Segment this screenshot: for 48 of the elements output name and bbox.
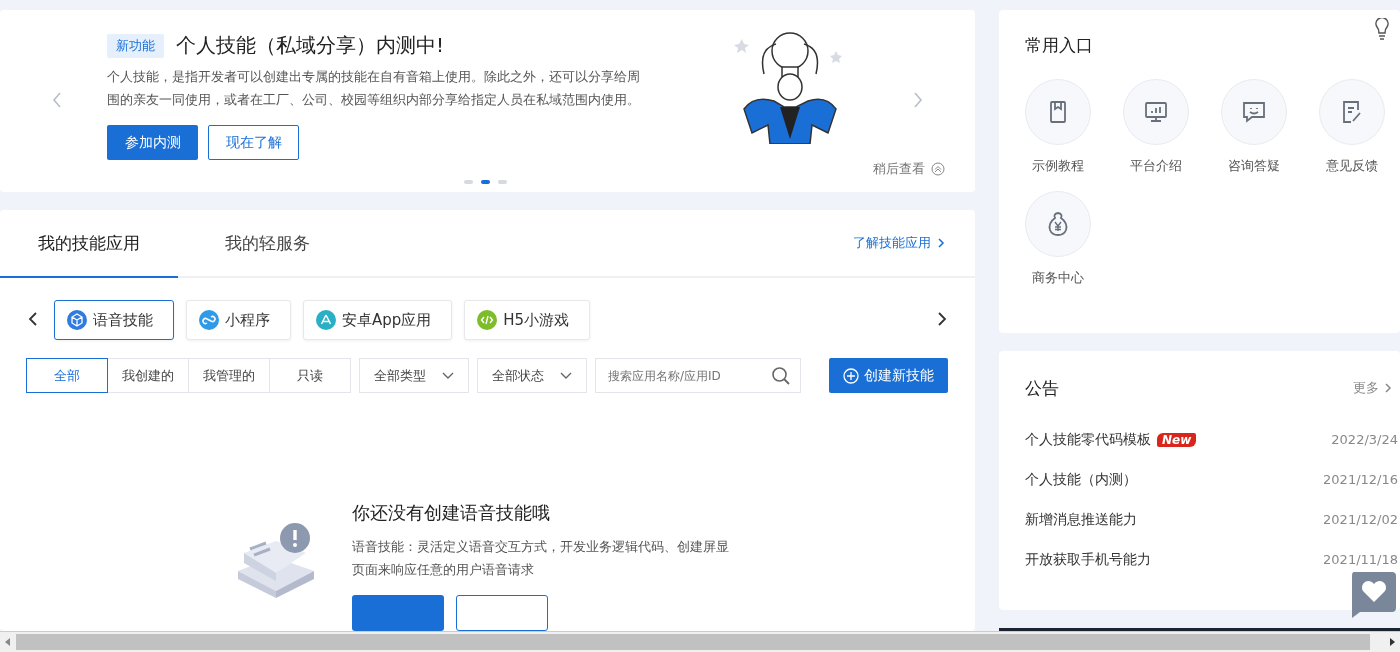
quick-entry-title: 常用入口	[1025, 34, 1094, 57]
notice-date: 2022/3/24	[1331, 432, 1398, 448]
join-beta-button[interactable]: 参加内测	[107, 125, 198, 160]
more-link[interactable]: 更多	[1353, 379, 1392, 398]
filter-tab[interactable]: 只读	[269, 358, 351, 393]
smiley-chat-icon	[1241, 99, 1267, 125]
learn-skill-apps-link[interactable]: 了解技能应用	[853, 234, 945, 252]
learn-now-button[interactable]: 现在了解	[208, 125, 299, 160]
filter-tab[interactable]: 全部	[26, 358, 108, 393]
category-tab[interactable]: 安卓App应用	[303, 300, 453, 340]
category-tab[interactable]: 语音技能	[54, 300, 174, 340]
create-skill-button[interactable]: 创建新技能	[829, 358, 948, 393]
search-icon	[771, 366, 791, 386]
view-later-button[interactable]: 稍后查看	[873, 160, 945, 178]
plus-circle-icon	[843, 367, 859, 384]
dropdown[interactable]: 全部类型	[359, 358, 469, 393]
filter-tab[interactable]: 我创建的	[107, 358, 189, 393]
chevron-down-icon	[442, 371, 454, 380]
notice-link[interactable]: 个人技能（内测）	[1025, 470, 1137, 489]
chart-monitor-icon	[1143, 99, 1169, 125]
filter-tab[interactable]: 我管理的	[188, 358, 270, 393]
notice-date: 2021/11/18	[1323, 552, 1398, 568]
lightbulb-icon[interactable]	[1374, 18, 1390, 40]
chevron-right-icon	[1384, 382, 1392, 395]
notice-date: 2021/12/02	[1323, 512, 1398, 528]
notice-link[interactable]: 个人技能零代码模板	[1025, 430, 1151, 449]
empty-state-description: 语音技能：灵活定义语音交互方式，开发业务逻辑代码、创建屏显页面来响应任意的用户语音请求	[352, 538, 730, 579]
banner-description: 个人技能，是指开发者可以创建出专属的技能在自有音箱上使用。除此之外，还可以分享给周围的亲友一同使用，或者在工厂、公司、校园等组织内部分享给指定人员在私域范围内使用。	[107, 68, 641, 109]
notice-date: 2021/12/16	[1323, 472, 1398, 488]
horizontal-scrollbar[interactable]	[0, 631, 1400, 652]
tab[interactable]: 我的技能应用	[0, 210, 178, 278]
heart-chat-icon[interactable]	[1350, 572, 1396, 618]
empty-state-title: 你还没有创建语音技能哦	[352, 501, 551, 525]
dropdown[interactable]: 全部状态	[477, 358, 587, 393]
category-tab[interactable]: H5小游戏	[464, 300, 591, 340]
new-badge: New	[1157, 432, 1197, 447]
collapse-up-icon	[931, 162, 945, 176]
category-tab[interactable]: 小程序	[186, 300, 291, 340]
notice-link[interactable]: 新增消息推送能力	[1025, 510, 1137, 529]
tab[interactable]: 我的轻服务	[178, 210, 356, 278]
notice-link[interactable]: 开放获取手机号能力	[1025, 550, 1151, 569]
search-field[interactable]: 搜索应用名称/应用ID	[595, 358, 801, 393]
notices-title: 公告	[1025, 376, 1059, 400]
secondary-button[interactable]	[456, 595, 548, 631]
new-feature-badge: 新功能	[107, 33, 164, 58]
banner-title: 个人技能（私域分享）内测中!	[176, 32, 445, 59]
chevron-down-icon	[560, 371, 572, 380]
chevron-right-icon	[937, 237, 945, 249]
